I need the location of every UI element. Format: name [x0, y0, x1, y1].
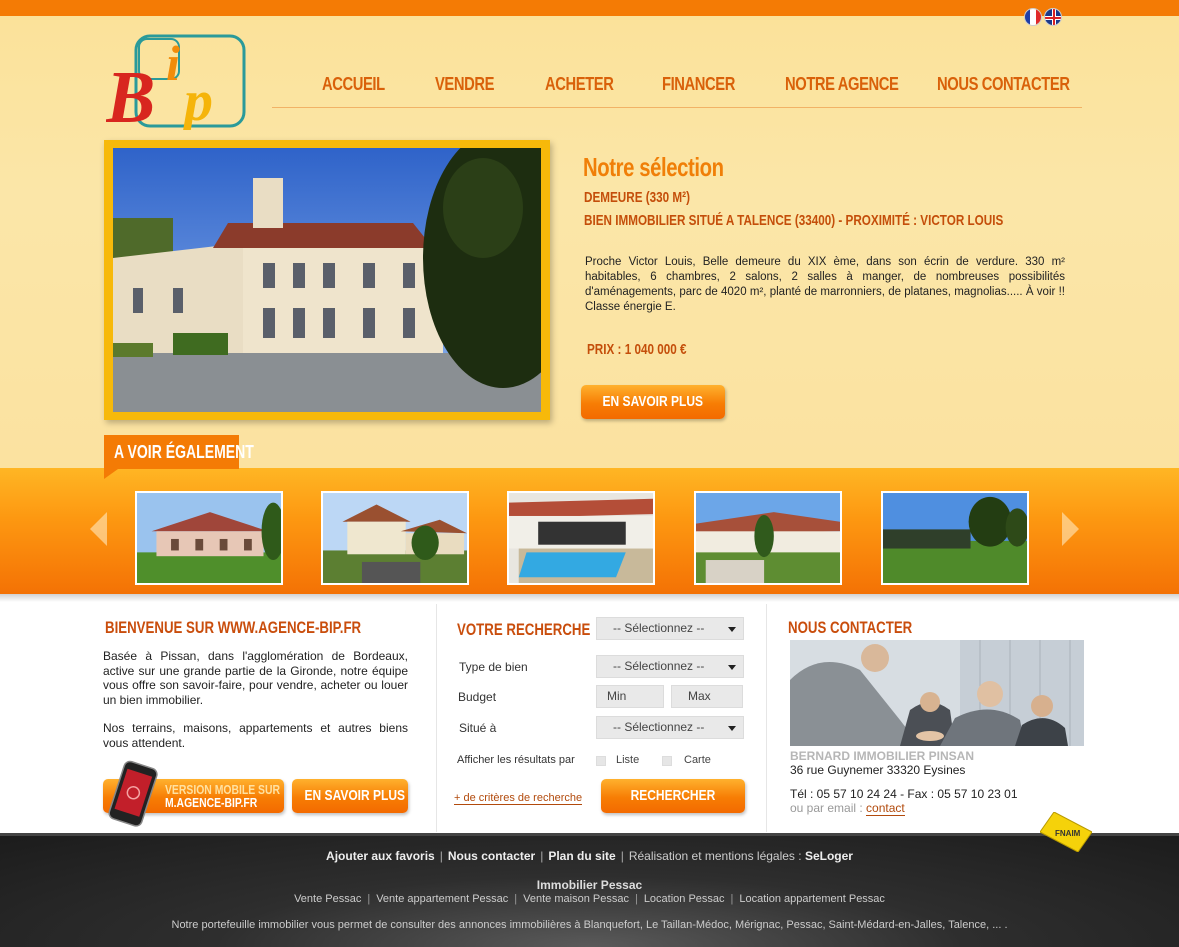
- footer-link-vente-appartement[interactable]: Vente appartement Pessac: [376, 893, 508, 905]
- selection-description: Proche Victor Louis, Belle demeure du XI…: [585, 256, 1065, 313]
- selection-subtitle-type: DEMEURE (330 M²): [584, 189, 690, 206]
- carousel-thumb-2[interactable]: [321, 491, 469, 585]
- contact-handshake-photo: [790, 640, 1084, 746]
- bip-logo[interactable]: B i p: [106, 22, 248, 130]
- list-checkbox[interactable]: [596, 756, 606, 766]
- email-link[interactable]: contact: [866, 801, 905, 816]
- footer-seloger-link[interactable]: SeLoger: [805, 849, 853, 863]
- also-see-tab: A VOIR ÉGALEMENT: [104, 435, 254, 469]
- footer-note: Notre portefeuille immobilier vous perme…: [171, 919, 1008, 931]
- list-label: Liste: [616, 754, 640, 766]
- main-navigation: ACCUEIL VENDRE ACHETER FINANCER NOTRE AG…: [272, 70, 1082, 108]
- contact-address: 36 rue Guynemer 33320 Eysines: [790, 763, 966, 777]
- search-button[interactable]: RECHERCHER: [601, 779, 745, 813]
- budget-max-input[interactable]: Max: [671, 685, 743, 708]
- carousel-thumb-1[interactable]: [135, 491, 283, 585]
- nav-accueil[interactable]: ACCUEIL: [322, 74, 385, 95]
- carousel-thumb-4[interactable]: [694, 491, 842, 585]
- footer-credits: Réalisation et mentions légales :: [628, 849, 802, 863]
- footer-sitemap-link[interactable]: Plan du site: [548, 849, 615, 863]
- welcome-text: Basée à Pissan, dans l'agglomération de …: [103, 649, 408, 750]
- contact-company: BERNARD IMMOBILIER PINSAN: [790, 749, 975, 763]
- email-label: ou par email :: [790, 801, 867, 815]
- results-display-label: Afficher les résultats par: [457, 754, 575, 766]
- column-divider-1: [436, 604, 437, 832]
- carousel-next-arrow-icon[interactable]: [1062, 512, 1079, 546]
- type-select[interactable]: -- Sélectionnez --: [596, 655, 744, 678]
- svg-text:p: p: [179, 68, 213, 130]
- carousel-prev-arrow-icon[interactable]: [90, 512, 107, 546]
- budget-label: Budget: [458, 690, 497, 704]
- welcome-paragraph-2: Nos terrains, maisons, appartements et a…: [103, 721, 408, 750]
- fnaim-logo[interactable]: FNAIM: [1040, 812, 1092, 852]
- welcome-paragraph-1: Basée à Pissan, dans l'agglomération de …: [103, 649, 408, 707]
- footer-seo-links: Vente Pessac | Vente appartement Pessac | Ve…: [294, 893, 885, 905]
- footer-contact-link[interactable]: Nous contacter: [448, 849, 535, 863]
- svg-text:B: B: [106, 57, 155, 130]
- column-divider-2: [766, 604, 767, 832]
- footer-primary-links: Ajouter aux favoris | Nous contacter | Plan …: [326, 849, 853, 863]
- welcome-title: BIENVENUE SUR WWW.AGENCE-BIP.FR: [105, 618, 362, 637]
- location-label: Situé à: [459, 721, 497, 735]
- search-category-select[interactable]: -- Sélectionnez --: [596, 617, 744, 640]
- svg-text:FNAIM: FNAIM: [1055, 829, 1081, 838]
- language-switcher: [1024, 8, 1062, 26]
- top-bar: [0, 0, 1179, 16]
- footer-link-vente-maison[interactable]: Vente maison Pessac: [523, 893, 629, 905]
- footer-link-vente-pessac[interactable]: Vente Pessac: [294, 893, 361, 905]
- footer-favorites-link[interactable]: Ajouter aux favoris: [326, 849, 435, 863]
- carousel-thumb-3[interactable]: [507, 491, 655, 585]
- featured-property-photo[interactable]: [113, 148, 541, 412]
- selection-more-button[interactable]: EN SAVOIR PLUS: [581, 385, 725, 419]
- contact-phone: Tél : 05 57 10 24 24 - Fax : 05 57 10 23…: [790, 787, 1018, 801]
- nav-notre-agence[interactable]: NOTRE AGENCE: [785, 74, 899, 95]
- contact-email: ou par email : contact: [790, 801, 905, 816]
- tab-notch: [104, 469, 118, 479]
- english-flag-icon[interactable]: [1044, 8, 1062, 26]
- footer-link-location[interactable]: Location Pessac: [644, 893, 725, 905]
- footer-link-location-appartement[interactable]: Location appartement Pessac: [739, 893, 885, 905]
- band-shadow: [0, 594, 1179, 602]
- nav-nous-contacter[interactable]: NOUS CONTACTER: [937, 74, 1070, 95]
- mobile-phone-icon: [108, 760, 158, 827]
- footer-section-title: Immobilier Pessac: [536, 878, 643, 892]
- french-flag-icon[interactable]: [1024, 8, 1042, 26]
- selection-title: Notre sélection: [583, 152, 724, 182]
- location-select[interactable]: -- Sélectionnez --: [596, 716, 744, 739]
- nav-vendre[interactable]: VENDRE: [435, 74, 494, 95]
- nav-acheter[interactable]: ACHETER: [545, 74, 614, 95]
- contact-title: NOUS CONTACTER: [788, 618, 913, 637]
- svg-text:i: i: [166, 35, 180, 91]
- map-checkbox[interactable]: [662, 756, 672, 766]
- welcome-more-button[interactable]: EN SAVOIR PLUS: [292, 779, 408, 813]
- map-label: Carte: [684, 754, 711, 766]
- search-title: VOTRE RECHERCHE: [457, 620, 591, 639]
- budget-min-input[interactable]: Min: [596, 685, 664, 708]
- carousel-thumb-5[interactable]: [881, 491, 1029, 585]
- type-label: Type de bien: [459, 660, 528, 674]
- selection-subtitle-location: BIEN IMMOBILIER SITUÉ A TALENCE (33400) …: [584, 212, 1004, 229]
- more-criteria-link[interactable]: + de critères de recherche: [454, 792, 583, 805]
- featured-photo-frame: [104, 140, 550, 420]
- nav-financer[interactable]: FINANCER: [662, 74, 735, 95]
- selection-price: PRIX : 1 040 000 €: [587, 341, 687, 358]
